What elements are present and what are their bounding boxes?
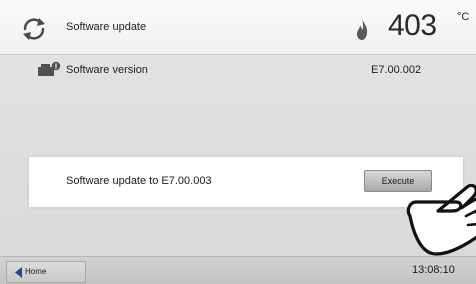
pointing-hand-icon: [406, 183, 476, 256]
clock: 13:08:10: [412, 264, 455, 276]
arrow-left-icon: [15, 267, 22, 278]
flame-icon: [357, 18, 368, 40]
software-version-value: E7.00.002: [371, 64, 422, 76]
software-version-row: Software version E7.00.002: [0, 56, 476, 84]
screen: Software update 403 °C Software version …: [0, 0, 476, 284]
home-button[interactable]: Home: [6, 261, 86, 283]
page-title: Software update: [66, 21, 147, 33]
temperature-unit: °C: [457, 11, 470, 23]
temperature-value: 403: [388, 9, 437, 42]
footer-bar: Home 13:08:10: [0, 256, 476, 284]
update-message: Software update to E7.00.003: [66, 175, 212, 187]
update-dialog: Software update to E7.00.003 Execute: [29, 157, 463, 207]
software-version-label: Software version: [66, 64, 148, 76]
refresh-icon[interactable]: [20, 15, 48, 43]
device-icon: [38, 61, 61, 76]
home-label: Home: [25, 267, 47, 276]
header-bar: Software update 403 °C: [0, 0, 476, 55]
